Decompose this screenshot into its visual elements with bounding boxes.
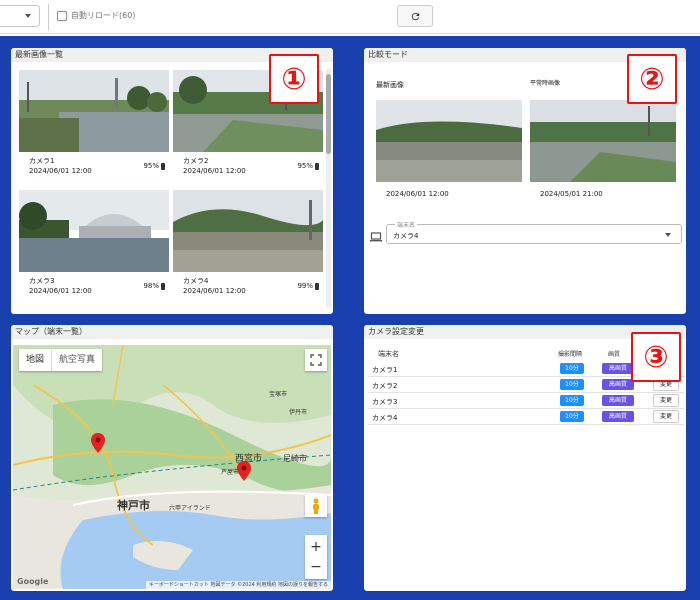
pegman-icon bbox=[313, 498, 319, 514]
quality-chip: 高画質 bbox=[602, 363, 634, 374]
view-select[interactable] bbox=[0, 5, 40, 27]
header-quality: 画質 bbox=[608, 351, 621, 358]
zoom-in-button[interactable]: + bbox=[310, 537, 322, 557]
latest-image-date: 2024/06/01 12:00 bbox=[386, 190, 449, 198]
latest-image[interactable] bbox=[376, 100, 522, 182]
fullscreen-button[interactable] bbox=[305, 349, 327, 371]
row-terminal-name: カメラ1 bbox=[372, 366, 398, 374]
camera-info: カメラ2 2024/06/01 12:00 95% bbox=[173, 152, 323, 178]
map-pin-icon[interactable] bbox=[237, 461, 251, 481]
normal-image-label: 平常時画像 bbox=[530, 80, 561, 87]
table-row: カメラ3 10分 高画質 変更 bbox=[368, 393, 684, 409]
battery-status: 99% bbox=[297, 281, 319, 291]
chevron-down-icon bbox=[665, 233, 671, 237]
header-interval: 撮影間隔 bbox=[558, 351, 583, 358]
row-terminal-name: カメラ2 bbox=[372, 382, 398, 390]
battery-status: 95% bbox=[297, 161, 319, 171]
row-terminal-name: カメラ3 bbox=[372, 398, 398, 406]
auto-reload-label: 自動リロード(60) bbox=[71, 11, 136, 20]
terminal-select-value: カメラ4 bbox=[393, 232, 419, 240]
panel-title: マップ（端末一覧） bbox=[11, 325, 333, 339]
camera-info: カメラ1 2024/06/01 12:00 95% bbox=[19, 152, 169, 178]
map-label-amagasaki: 尼崎市 bbox=[283, 454, 307, 463]
header-terminal: 端末名 bbox=[378, 350, 399, 358]
map-label-takarazuka: 宝塚市 bbox=[269, 391, 288, 398]
scrollbar-thumb[interactable] bbox=[326, 74, 331, 154]
battery-value: 98% bbox=[143, 282, 159, 290]
terminal-select[interactable]: 端末名 カメラ4 bbox=[386, 220, 682, 244]
badge-1: ① bbox=[269, 54, 319, 104]
auto-reload-toggle[interactable]: 自動リロード(60) bbox=[57, 10, 135, 21]
chevron-down-icon bbox=[25, 14, 31, 18]
interval-chip: 10分 bbox=[560, 411, 584, 422]
row-terminal-name: カメラ4 bbox=[372, 414, 398, 422]
change-button[interactable]: 変更 bbox=[653, 410, 679, 423]
toolbar-divider bbox=[48, 4, 49, 30]
map-pin-icon[interactable] bbox=[91, 433, 105, 453]
map-label-itami: 伊丹市 bbox=[289, 409, 308, 416]
badge-2: ② bbox=[627, 54, 677, 104]
satellite-button[interactable]: 航空写真 bbox=[51, 349, 102, 371]
refresh-button[interactable] bbox=[397, 5, 433, 27]
battery-icon bbox=[315, 162, 319, 170]
top-toolbar: 自動リロード(60) bbox=[0, 0, 700, 34]
quality-chip: 高画質 bbox=[602, 411, 634, 422]
map-type-toggle[interactable]: 地図 航空写真 bbox=[19, 349, 103, 371]
zoom-out-button[interactable]: − bbox=[310, 557, 322, 577]
map-view[interactable]: 地図 航空写真 + − 神戸市 西宮市 尼崎市 宝塚市 伊丹市 芦屋市 六甲アイ… bbox=[13, 345, 331, 589]
refresh-icon bbox=[411, 12, 419, 20]
map-button[interactable]: 地図 bbox=[19, 349, 51, 371]
table-row: カメラ4 10分 高画質 変更 bbox=[368, 409, 684, 425]
normal-image[interactable] bbox=[530, 100, 676, 182]
quality-chip: 高画質 bbox=[602, 379, 634, 390]
camera-image[interactable] bbox=[19, 190, 169, 272]
map-label-ashiya: 芦屋市 bbox=[221, 469, 240, 476]
map-label-rokko: 六甲アイランド bbox=[169, 505, 211, 512]
normal-image-date: 2024/05/01 21:00 bbox=[540, 190, 603, 198]
camera-image[interactable] bbox=[173, 190, 323, 272]
map-label-nishinomiya: 西宮市 bbox=[235, 454, 263, 464]
camera-card[interactable]: カメラ3 2024/06/01 12:00 98% bbox=[19, 190, 169, 298]
terminal-select-label: 端末名 bbox=[395, 220, 418, 229]
map-panel: マップ（端末一覧） 地図 航空写真 + − 神戸市 西宮市 尼崎市 宝塚市 伊丹… bbox=[11, 325, 333, 591]
map-footer[interactable]: キーボードショートカット 地図データ ©2024 利用規約 地図の誤りを報告する bbox=[145, 581, 331, 589]
battery-icon bbox=[161, 162, 165, 170]
auto-reload-checkbox[interactable] bbox=[57, 10, 67, 21]
zoom-controls: + − bbox=[305, 535, 327, 579]
interval-chip: 10分 bbox=[560, 363, 584, 374]
quality-chip: 高画質 bbox=[602, 395, 634, 406]
street-view-pegman[interactable] bbox=[305, 495, 327, 517]
camera-card[interactable]: カメラ4 2024/06/01 12:00 99% bbox=[173, 190, 323, 298]
change-button[interactable]: 変更 bbox=[653, 394, 679, 407]
camera-image[interactable] bbox=[19, 70, 169, 152]
interval-chip: 10分 bbox=[560, 395, 584, 406]
interval-chip: 10分 bbox=[560, 379, 584, 390]
battery-icon bbox=[161, 282, 165, 290]
map-label-kobe: 神戸市 bbox=[117, 499, 150, 512]
battery-value: 99% bbox=[297, 282, 313, 290]
map-canvas[interactable] bbox=[13, 345, 331, 589]
camera-info: カメラ4 2024/06/01 12:00 99% bbox=[173, 272, 323, 298]
laptop-icon bbox=[370, 232, 382, 242]
battery-icon bbox=[315, 282, 319, 290]
battery-value: 95% bbox=[143, 162, 159, 170]
latest-image-label: 最新画像 bbox=[376, 81, 404, 89]
battery-status: 98% bbox=[143, 281, 165, 291]
battery-status: 95% bbox=[143, 161, 165, 171]
google-logo: Google bbox=[17, 577, 49, 586]
badge-3: ③ bbox=[631, 332, 681, 382]
battery-value: 95% bbox=[297, 162, 313, 170]
camera-info: カメラ3 2024/06/01 12:00 98% bbox=[19, 272, 169, 298]
camera-card[interactable]: カメラ1 2024/06/01 12:00 95% bbox=[19, 70, 169, 178]
fullscreen-icon bbox=[310, 354, 322, 366]
